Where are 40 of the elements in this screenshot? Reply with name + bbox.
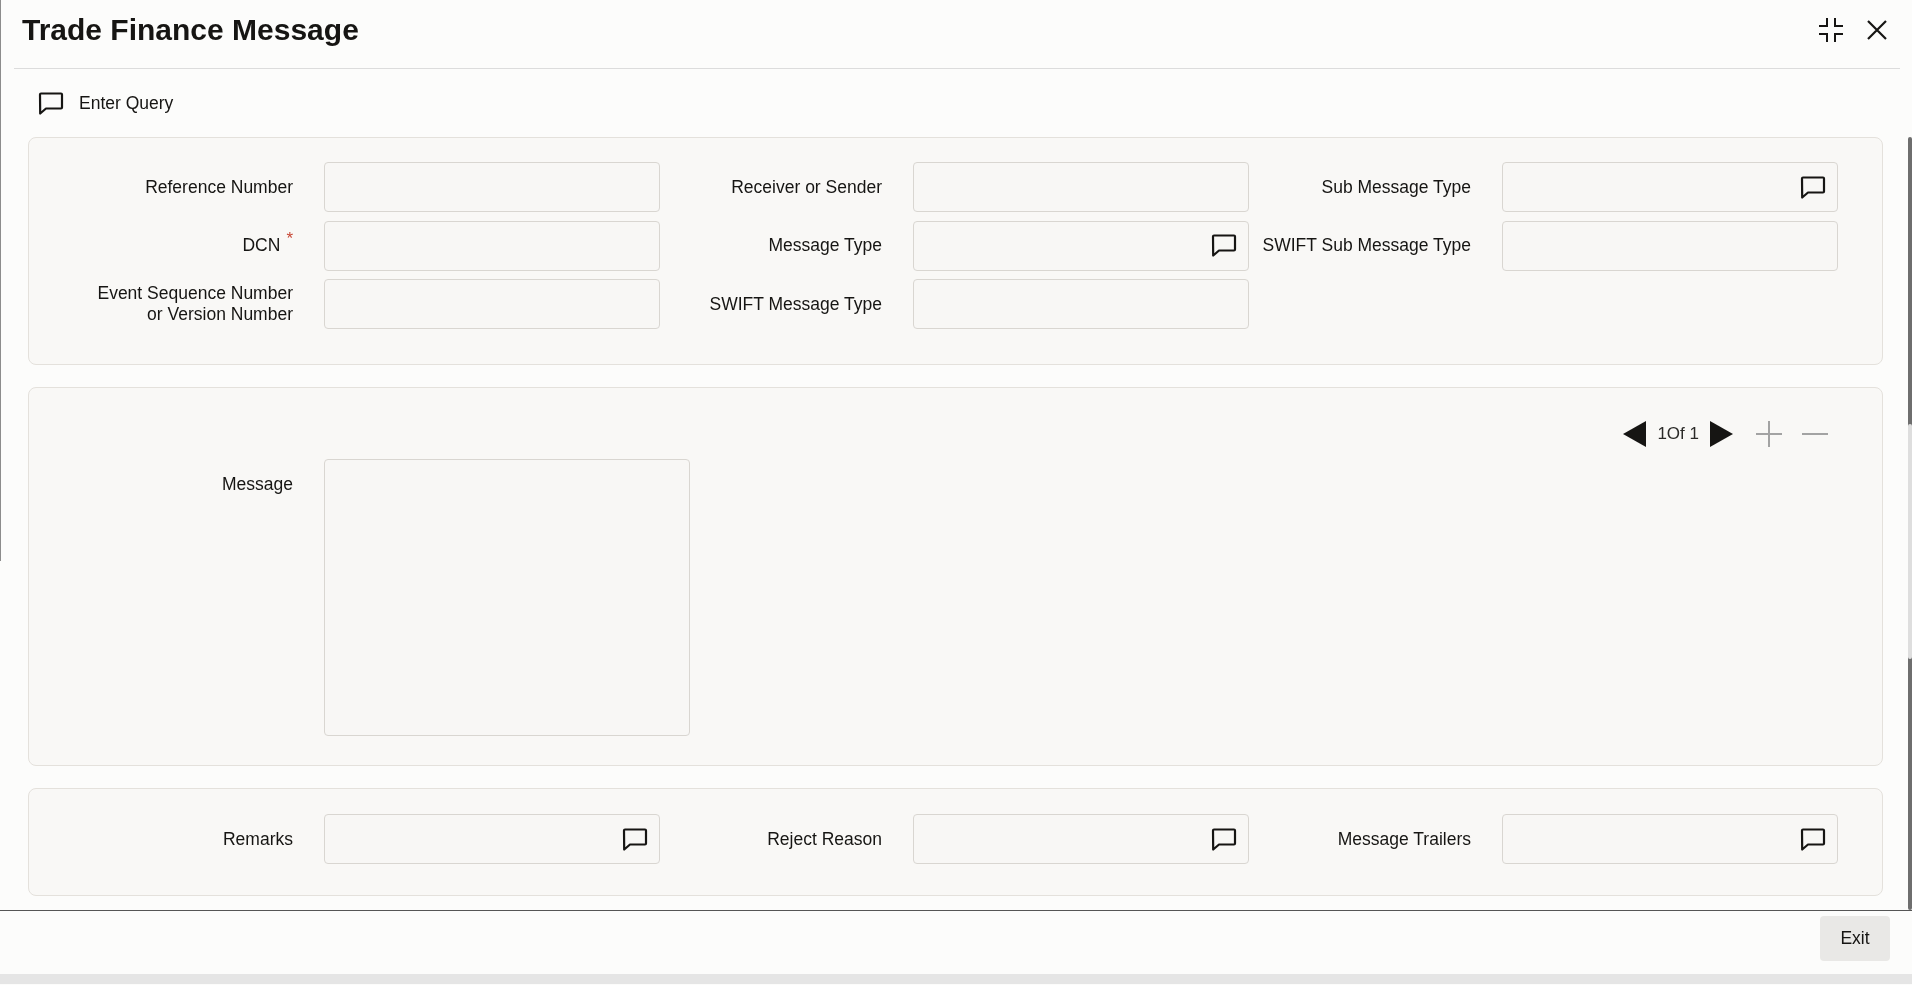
field-label: Receiver or Sender (731, 176, 882, 198)
field-label: Message Trailers (1337, 828, 1471, 850)
required-mark: * (286, 230, 293, 247)
exit-button[interactable]: Exit (1820, 916, 1890, 961)
field-label: Remarks (223, 828, 293, 850)
input-field[interactable] (913, 162, 1249, 212)
input-field[interactable] (913, 814, 1249, 864)
left-triangle-icon[interactable] (1623, 421, 1647, 447)
input-field[interactable] (913, 220, 1249, 271)
input-field[interactable] (1502, 162, 1838, 212)
speech-bubble-icon[interactable] (622, 827, 648, 851)
scrollbar[interactable] (1908, 137, 1912, 910)
input-field[interactable] (324, 814, 660, 864)
exit-fullscreen-icon[interactable] (1819, 17, 1843, 42)
close-icon[interactable] (1867, 19, 1887, 40)
speech-bubble-icon[interactable] (1800, 827, 1826, 851)
field-label: Event Sequence Number or Version Number (97, 283, 293, 325)
text-area[interactable] (324, 459, 690, 736)
field-label: Sub Message Type (1321, 176, 1471, 198)
field-label: Reference Number (145, 176, 293, 198)
page-indicator: 1Of 1 (1657, 424, 1699, 444)
speech-bubble-icon (38, 91, 64, 115)
speech-bubble-icon[interactable] (1800, 175, 1826, 199)
field-label: Message (222, 474, 293, 495)
field-label: DCN (242, 235, 281, 256)
field-label: Reject Reason (767, 828, 882, 850)
input-field[interactable] (1502, 220, 1838, 271)
right-triangle-icon[interactable] (1710, 421, 1733, 447)
input-field[interactable] (324, 279, 660, 329)
field-label: SWIFT Message Type (709, 293, 882, 315)
speech-bubble-icon[interactable] (1211, 234, 1237, 257)
speech-bubble-icon[interactable] (1211, 827, 1237, 851)
field-label: SWIFT Sub Message Type (1262, 235, 1471, 256)
input-field[interactable] (1502, 814, 1838, 864)
field-label: Message Type (768, 235, 882, 256)
input-field[interactable] (324, 162, 660, 212)
enter-query-button[interactable]: Enter Query (38, 91, 174, 115)
input-field[interactable] (324, 220, 660, 271)
input-field[interactable] (913, 279, 1249, 329)
window-title: Trade Finance Message (22, 12, 360, 47)
